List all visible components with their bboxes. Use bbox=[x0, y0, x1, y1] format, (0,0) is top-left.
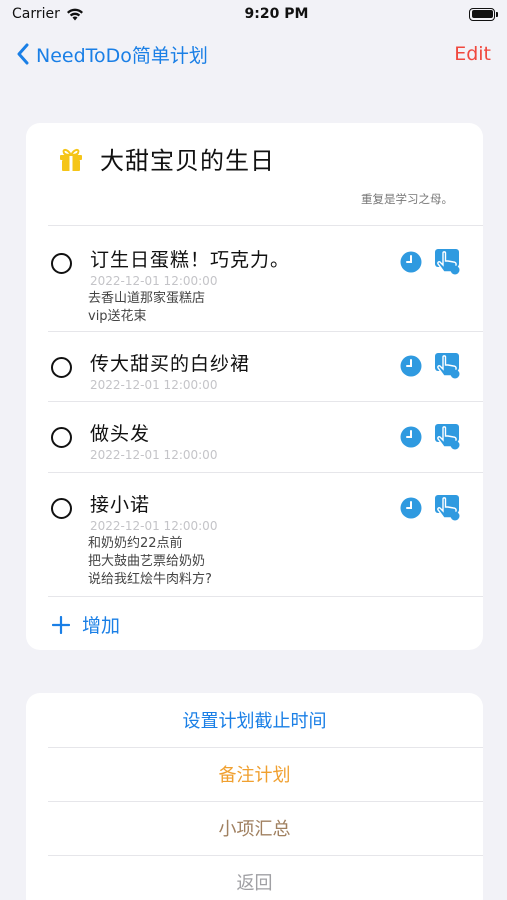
summary-button[interactable]: 小项汇总 bbox=[26, 801, 483, 855]
back-button-label: NeedToDo简单计划 bbox=[36, 44, 208, 67]
add-task-label: 增加 bbox=[82, 615, 121, 637]
task-time: 2022-12-01 12:00:00 bbox=[90, 378, 218, 392]
clock-time: 9:20 PM bbox=[244, 6, 309, 22]
task-checkbox[interactable] bbox=[51, 357, 72, 378]
carrier-label: Carrier bbox=[12, 6, 60, 22]
hand-tap-icon[interactable] bbox=[434, 248, 462, 276]
task-note-line: 和奶奶约22点前 bbox=[88, 536, 183, 551]
back-button[interactable]: NeedToDo简单计划 bbox=[16, 41, 208, 68]
task-note-line: 说给我红烩牛肉料方? bbox=[88, 572, 212, 587]
clock-icon[interactable] bbox=[400, 497, 422, 519]
task-note-line: vip送花束 bbox=[88, 309, 147, 324]
set-deadline-button[interactable]: 设置计划截止时间 bbox=[26, 693, 483, 747]
plus-icon bbox=[52, 615, 70, 634]
task-time: 2022-12-01 12:00:00 bbox=[90, 519, 218, 533]
task-title: 传大甜买的白纱裙 bbox=[90, 353, 251, 375]
divider bbox=[48, 596, 483, 597]
clock-icon[interactable] bbox=[400, 355, 422, 377]
task-checkbox[interactable] bbox=[51, 498, 72, 519]
task-notes: 去香山道那家蛋糕店 vip送花束 bbox=[88, 290, 205, 326]
battery-icon bbox=[469, 7, 498, 21]
action-list: 设置计划截止时间 备注计划 小项汇总 返回 bbox=[26, 693, 483, 900]
task-row[interactable]: 传大甜买的白纱裙 2022-12-01 12:00:00 bbox=[26, 331, 483, 401]
task-title: 订生日蛋糕！巧克力。 bbox=[90, 249, 291, 271]
task-title: 做头发 bbox=[90, 423, 151, 445]
hand-tap-icon[interactable] bbox=[434, 352, 462, 380]
plan-header: 大甜宝贝的生日 bbox=[58, 141, 275, 176]
task-row[interactable]: 订生日蛋糕！巧克力。 2022-12-01 12:00:00 去香山道那家蛋糕店… bbox=[26, 225, 483, 331]
gift-icon bbox=[60, 148, 82, 171]
plan-title: 大甜宝贝的生日 bbox=[100, 147, 275, 175]
task-note-line: 去香山道那家蛋糕店 bbox=[88, 291, 206, 306]
hand-tap-icon[interactable] bbox=[434, 423, 462, 451]
task-time: 2022-12-01 12:00:00 bbox=[90, 448, 218, 462]
return-button[interactable]: 返回 bbox=[26, 855, 483, 900]
add-task-button[interactable]: 增加 bbox=[52, 611, 120, 638]
navigation-bar: NeedToDo简单计划 Edit bbox=[0, 34, 507, 74]
task-note-line: 把大鼓曲艺票给奶奶 bbox=[88, 554, 206, 569]
clock-icon[interactable] bbox=[400, 426, 422, 448]
task-checkbox[interactable] bbox=[51, 427, 72, 448]
task-checkbox[interactable] bbox=[51, 253, 72, 274]
plan-card: 大甜宝贝的生日 重复是学习之母。 订生日蛋糕！巧克力。 2022-12-01 1… bbox=[26, 123, 483, 650]
task-row[interactable]: 做头发 2022-12-01 12:00:00 bbox=[26, 401, 483, 472]
task-title: 接小诺 bbox=[90, 494, 151, 516]
task-time: 2022-12-01 12:00:00 bbox=[90, 274, 218, 288]
chevron-left-icon bbox=[17, 43, 29, 65]
clock-icon[interactable] bbox=[400, 251, 422, 273]
status-bar: Carrier 9:20 PM bbox=[0, 0, 507, 28]
hand-tap-icon[interactable] bbox=[434, 494, 462, 522]
carrier-group: Carrier bbox=[12, 6, 84, 22]
task-row[interactable]: 接小诺 2022-12-01 12:00:00 和奶奶约22点前 把大鼓曲艺票给… bbox=[26, 472, 483, 596]
task-notes: 和奶奶约22点前 把大鼓曲艺票给奶奶 说给我红烩牛肉料方? bbox=[88, 535, 212, 589]
wifi-icon bbox=[66, 8, 83, 20]
note-plan-button[interactable]: 备注计划 bbox=[26, 747, 483, 801]
edit-button[interactable]: Edit bbox=[454, 43, 491, 65]
plan-subtitle: 重复是学习之母。 bbox=[361, 192, 453, 206]
